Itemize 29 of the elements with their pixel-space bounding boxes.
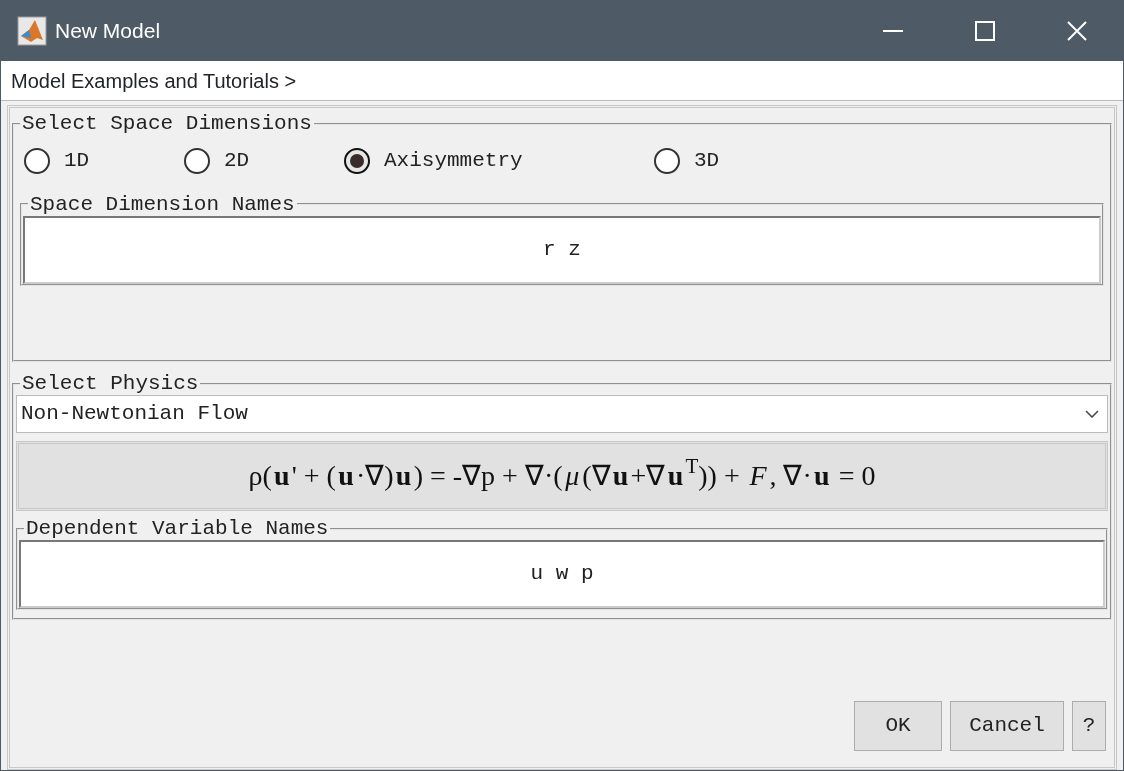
panel-title: Select Physics (21, 372, 200, 396)
radio-button[interactable] (184, 147, 210, 174)
radio-label[interactable]: Axisymmetry (384, 145, 523, 177)
radio-label[interactable]: 2D (224, 145, 250, 177)
help-button[interactable]: ? (1072, 701, 1106, 751)
cancel-button[interactable]: Cancel (950, 701, 1064, 751)
window-title: New Model (55, 18, 161, 45)
variable-names-field[interactable]: u w p (19, 540, 1105, 609)
radio-label[interactable]: 1D (64, 145, 90, 177)
chevron-down-icon (1085, 410, 1099, 419)
dropdown-value: Non-Newtonian Flow (21, 401, 249, 428)
radio-button[interactable] (24, 147, 50, 174)
minimize-icon (883, 30, 903, 32)
ok-button[interactable]: OK (854, 701, 942, 751)
panel-title: Dependent Variable Names (25, 517, 330, 541)
maximize-icon (975, 21, 995, 41)
radio-button[interactable] (344, 147, 370, 174)
close-icon (1067, 21, 1087, 41)
field-value: r z (543, 236, 581, 263)
radio-label[interactable]: 3D (694, 145, 720, 177)
panel-title: Select Space Dimensions (21, 112, 313, 136)
panel-title: Space Dimension Names (29, 192, 296, 216)
menu-item[interactable]: Model Examples and Tutorials > (11, 65, 297, 96)
field-value: u w p (530, 561, 594, 588)
app-logo-icon (17, 16, 47, 46)
radio-button[interactable] (654, 147, 680, 174)
space-names-field[interactable]: r z (23, 215, 1101, 284)
equation-display: ρ(u' + (u·∇)u) = -∇p + ∇·(μ(∇u+∇u$^{T}$)) + F, ∇·u = 0 (16, 441, 1108, 512)
physics-dropdown[interactable]: Non-Newtonian Flow (16, 395, 1108, 434)
